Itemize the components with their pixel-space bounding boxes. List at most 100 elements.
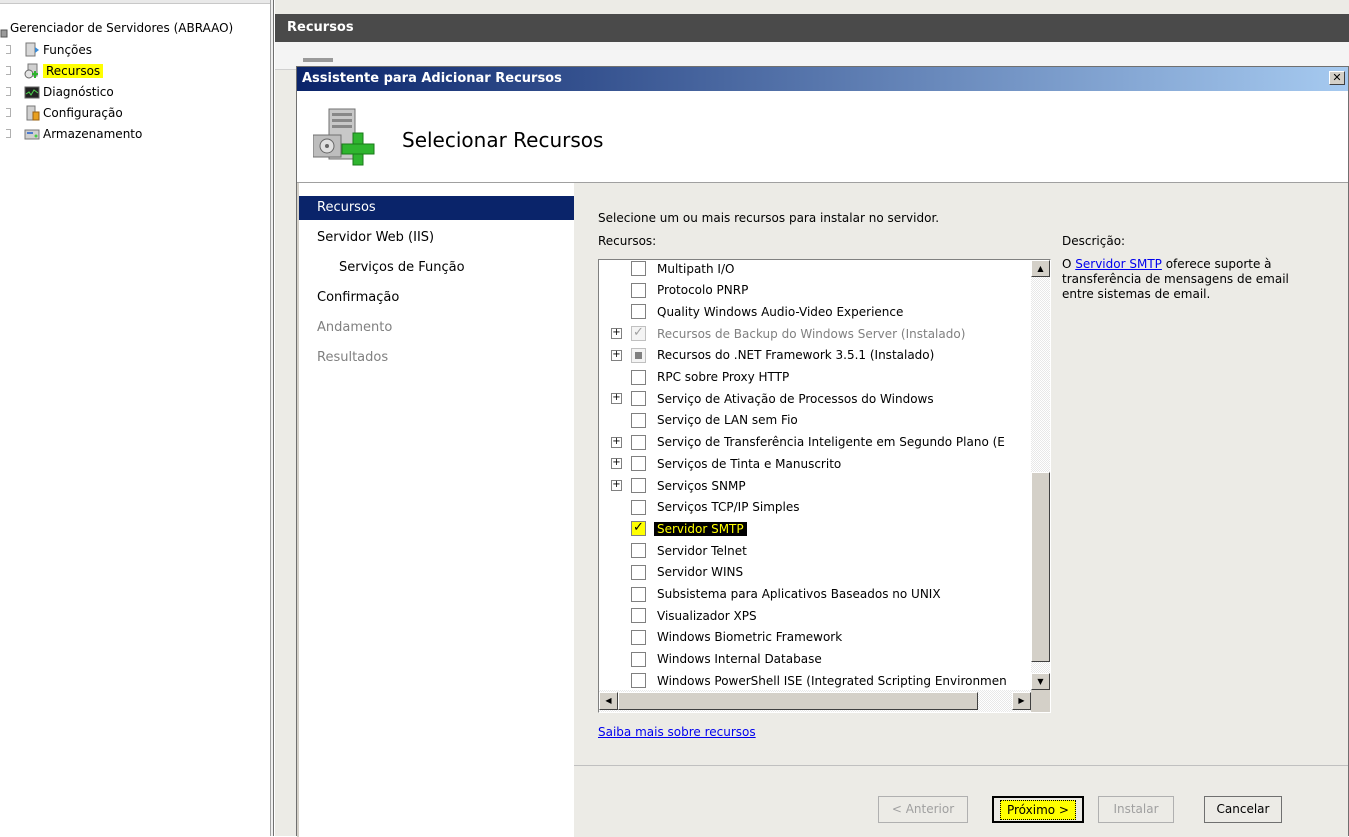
- feature-row[interactable]: + Recursos de Backup do Windows Server (I…: [599, 323, 1029, 344]
- next-button[interactable]: Próximo >: [992, 796, 1084, 823]
- tree-item-label: Armazenamento: [43, 126, 143, 141]
- features-rows: Multipath I/O Protocolo PNRP Quality Windo…: [599, 260, 1029, 690]
- scroll-down-button[interactable]: ▼: [1031, 673, 1050, 690]
- storage-icon: [24, 126, 40, 142]
- scroll-up-button[interactable]: ▲: [1031, 260, 1050, 277]
- tree-top-border: [0, 0, 270, 4]
- expand-icon[interactable]: +: [611, 480, 622, 491]
- feature-row[interactable]: + Serviço de Transferência Inteligente em…: [599, 432, 1029, 453]
- feature-row[interactable]: Visualizador XPS: [599, 605, 1029, 626]
- feature-row[interactable]: + Serviço de Ativação de Processos do Win…: [599, 388, 1029, 409]
- feature-row[interactable]: Windows PowerShell ISE (Integrated Scrip…: [599, 670, 1029, 690]
- wizard-step[interactable]: Confirmação: [299, 286, 574, 310]
- tree-item-diagnostico[interactable]: Diagnóstico: [24, 81, 114, 102]
- tree-item-label: Recursos: [43, 63, 104, 78]
- feature-label: Windows Biometric Framework: [657, 630, 843, 645]
- vertical-scrollbar[interactable]: ▲ ▼: [1031, 260, 1050, 690]
- learn-more-link[interactable]: Saiba mais sobre recursos: [598, 725, 756, 739]
- scroll-left-button[interactable]: ◀: [599, 692, 618, 710]
- cancel-button[interactable]: Cancelar: [1204, 796, 1282, 823]
- tree-expander[interactable]: [6, 87, 11, 96]
- feature-checkbox[interactable]: [631, 673, 646, 689]
- scroll-right-button[interactable]: ▶: [1012, 692, 1031, 710]
- wizard-step: Resultados: [317, 350, 389, 365]
- feature-label: Serviço de Transferência Inteligente em …: [657, 435, 1005, 450]
- feature-row[interactable]: Quality Windows Audio-Video Experience: [599, 301, 1029, 322]
- tree-root[interactable]: Gerenciador de Servidores (ABRAAO): [0, 17, 233, 38]
- description-link[interactable]: Servidor SMTP: [1075, 257, 1162, 271]
- feature-row[interactable]: Subsistema para Aplicativos Baseados no …: [599, 584, 1029, 605]
- feature-label: Servidor SMTP: [654, 521, 747, 536]
- feature-row[interactable]: Windows Internal Database: [599, 649, 1029, 670]
- feature-checkbox[interactable]: [631, 304, 646, 320]
- tree-expander[interactable]: [6, 45, 11, 54]
- button-bar: < Anterior Próximo > Instalar Cancelar: [574, 765, 1348, 837]
- tree-item-funcoes[interactable]: Funções: [24, 39, 92, 60]
- vertical-scroll-thumb[interactable]: [1031, 472, 1050, 662]
- dialog-titlebar[interactable]: Assistente para Adicionar Recursos ✕: [297, 67, 1348, 91]
- feature-checkbox[interactable]: [631, 629, 646, 645]
- pane-splitter[interactable]: [270, 0, 274, 836]
- feature-label: Serviços TCP/IP Simples: [657, 500, 800, 515]
- feature-checkbox[interactable]: [631, 412, 646, 428]
- wizard-nav: Recursos Servidor Web (IIS) Serviços de Fu…: [299, 183, 574, 837]
- feature-row[interactable]: + Serviços SNMP: [599, 475, 1029, 496]
- feature-checkbox[interactable]: [631, 456, 646, 472]
- feature-label: Recursos do .NET Framework 3.5.1 (Instal…: [657, 348, 935, 363]
- tree-expander[interactable]: [6, 108, 11, 117]
- feature-row[interactable]: Servidor Telnet: [599, 540, 1029, 561]
- feature-checkbox[interactable]: [631, 608, 646, 624]
- tree-expander[interactable]: [6, 66, 11, 75]
- back-button[interactable]: < Anterior: [878, 796, 968, 823]
- tree-item-armazenamento[interactable]: Armazenamento: [24, 123, 142, 144]
- tree-item-recursos[interactable]: Recursos: [24, 60, 104, 81]
- expand-icon[interactable]: +: [611, 393, 622, 405]
- feature-row[interactable]: + Recursos do .NET Framework 3.5.1 (Insta…: [599, 345, 1029, 366]
- expand-icon[interactable]: +: [611, 349, 622, 361]
- close-button[interactable]: ✕: [1329, 71, 1345, 85]
- feature-row[interactable]: + Serviços de Tinta e Manuscrito: [599, 453, 1029, 474]
- feature-checkbox[interactable]: [631, 282, 646, 298]
- diagnostics-icon: [24, 84, 40, 100]
- feature-row[interactable]: Protocolo PNRP: [599, 280, 1029, 301]
- feature-label: Quality Windows Audio-Video Experience: [657, 304, 904, 319]
- feature-row[interactable]: Servidor WINS: [599, 562, 1029, 583]
- horizontal-scrollbar[interactable]: ◀ ▶: [599, 690, 1031, 712]
- wizard-step[interactable]: Recursos: [299, 196, 574, 220]
- feature-checkbox[interactable]: [631, 369, 646, 385]
- feature-row[interactable]: Serviços TCP/IP Simples: [599, 497, 1029, 518]
- feature-checkbox[interactable]: [631, 499, 646, 515]
- feature-checkbox[interactable]: [631, 478, 646, 493]
- wizard-step[interactable]: Serviços de Função: [299, 256, 574, 280]
- description-label: Descrição:: [1062, 234, 1126, 248]
- features-list[interactable]: Multipath I/O Protocolo PNRP Quality Windo…: [598, 259, 1051, 713]
- feature-checkbox[interactable]: [631, 651, 646, 667]
- tree-expander[interactable]: [6, 129, 11, 138]
- feature-checkbox[interactable]: [631, 564, 646, 580]
- server-manager-tree: Gerenciador de Servidores (ABRAAO) Funçõ…: [0, 0, 274, 836]
- wizard-step: Andamento: [317, 320, 393, 335]
- horizontal-scroll-thumb[interactable]: [618, 692, 978, 710]
- wizard-step[interactable]: Servidor Web (IIS): [299, 226, 574, 250]
- feature-row[interactable]: RPC sobre Proxy HTTP: [599, 367, 1029, 388]
- feature-label: Subsistema para Aplicativos Baseados no …: [657, 587, 941, 601]
- expand-icon[interactable]: +: [611, 328, 622, 340]
- feature-checkbox[interactable]: [631, 391, 646, 407]
- feature-label: Servidor Telnet: [657, 543, 747, 558]
- expand-icon[interactable]: +: [611, 458, 622, 470]
- expand-icon[interactable]: +: [611, 436, 622, 448]
- tree-item-label: Configuração: [43, 105, 123, 120]
- feature-checkbox[interactable]: [631, 434, 646, 450]
- feature-checkbox[interactable]: [631, 586, 646, 602]
- feature-row[interactable]: Windows Biometric Framework: [599, 627, 1029, 648]
- tree-item-configuracao[interactable]: Configuração: [24, 102, 123, 123]
- feature-row[interactable]: Servidor SMTP: [599, 518, 1029, 539]
- feature-row[interactable]: Serviço de LAN sem Fio: [599, 410, 1029, 431]
- feature-checkbox[interactable]: [631, 261, 646, 276]
- feature-label: Protocolo PNRP: [657, 283, 749, 298]
- feature-checkbox[interactable]: [631, 543, 646, 559]
- install-button[interactable]: Instalar: [1098, 796, 1174, 823]
- tree-item-label: Funções: [43, 42, 93, 57]
- feature-checkbox[interactable]: [631, 520, 646, 537]
- feature-row[interactable]: Multipath I/O: [599, 260, 1029, 279]
